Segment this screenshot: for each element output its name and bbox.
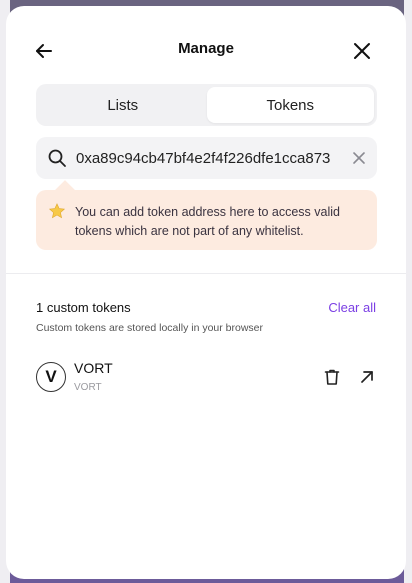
token-search-box [36,137,377,179]
view-token-button[interactable] [357,367,377,387]
custom-tokens-note: Custom tokens are stored locally in your… [36,322,264,334]
modal-title: Manage [178,40,234,57]
custom-token-row: V VORT VORT [36,358,377,400]
tab-lists[interactable]: Lists [39,87,207,123]
clear-input-button[interactable] [352,151,366,165]
custom-tokens-count: 1 custom tokens [36,300,131,315]
token-name: VORT [74,382,102,393]
manage-tabs: Lists Tokens [36,84,377,126]
external-link-icon [361,371,373,383]
close-button[interactable] [350,39,374,63]
info-text: You can add token address here to access… [75,205,340,238]
info-tooltip: You can add token address here to access… [36,190,377,250]
close-icon [354,43,370,59]
token-address-input[interactable] [76,137,344,179]
trash-icon [324,369,340,385]
clear-icon [353,152,365,164]
remove-token-button[interactable] [322,367,342,387]
search-icon [47,148,67,168]
clear-all-link[interactable]: Clear all [328,300,376,315]
manage-modal: Manage Lists Tokens You can ad [6,6,406,579]
modal-header: Manage [6,6,406,94]
section-divider [6,273,406,274]
token-symbol: VORT [74,360,113,376]
token-logo: V [36,362,66,392]
star-icon [48,202,66,220]
tab-tokens[interactable]: Tokens [206,87,374,123]
